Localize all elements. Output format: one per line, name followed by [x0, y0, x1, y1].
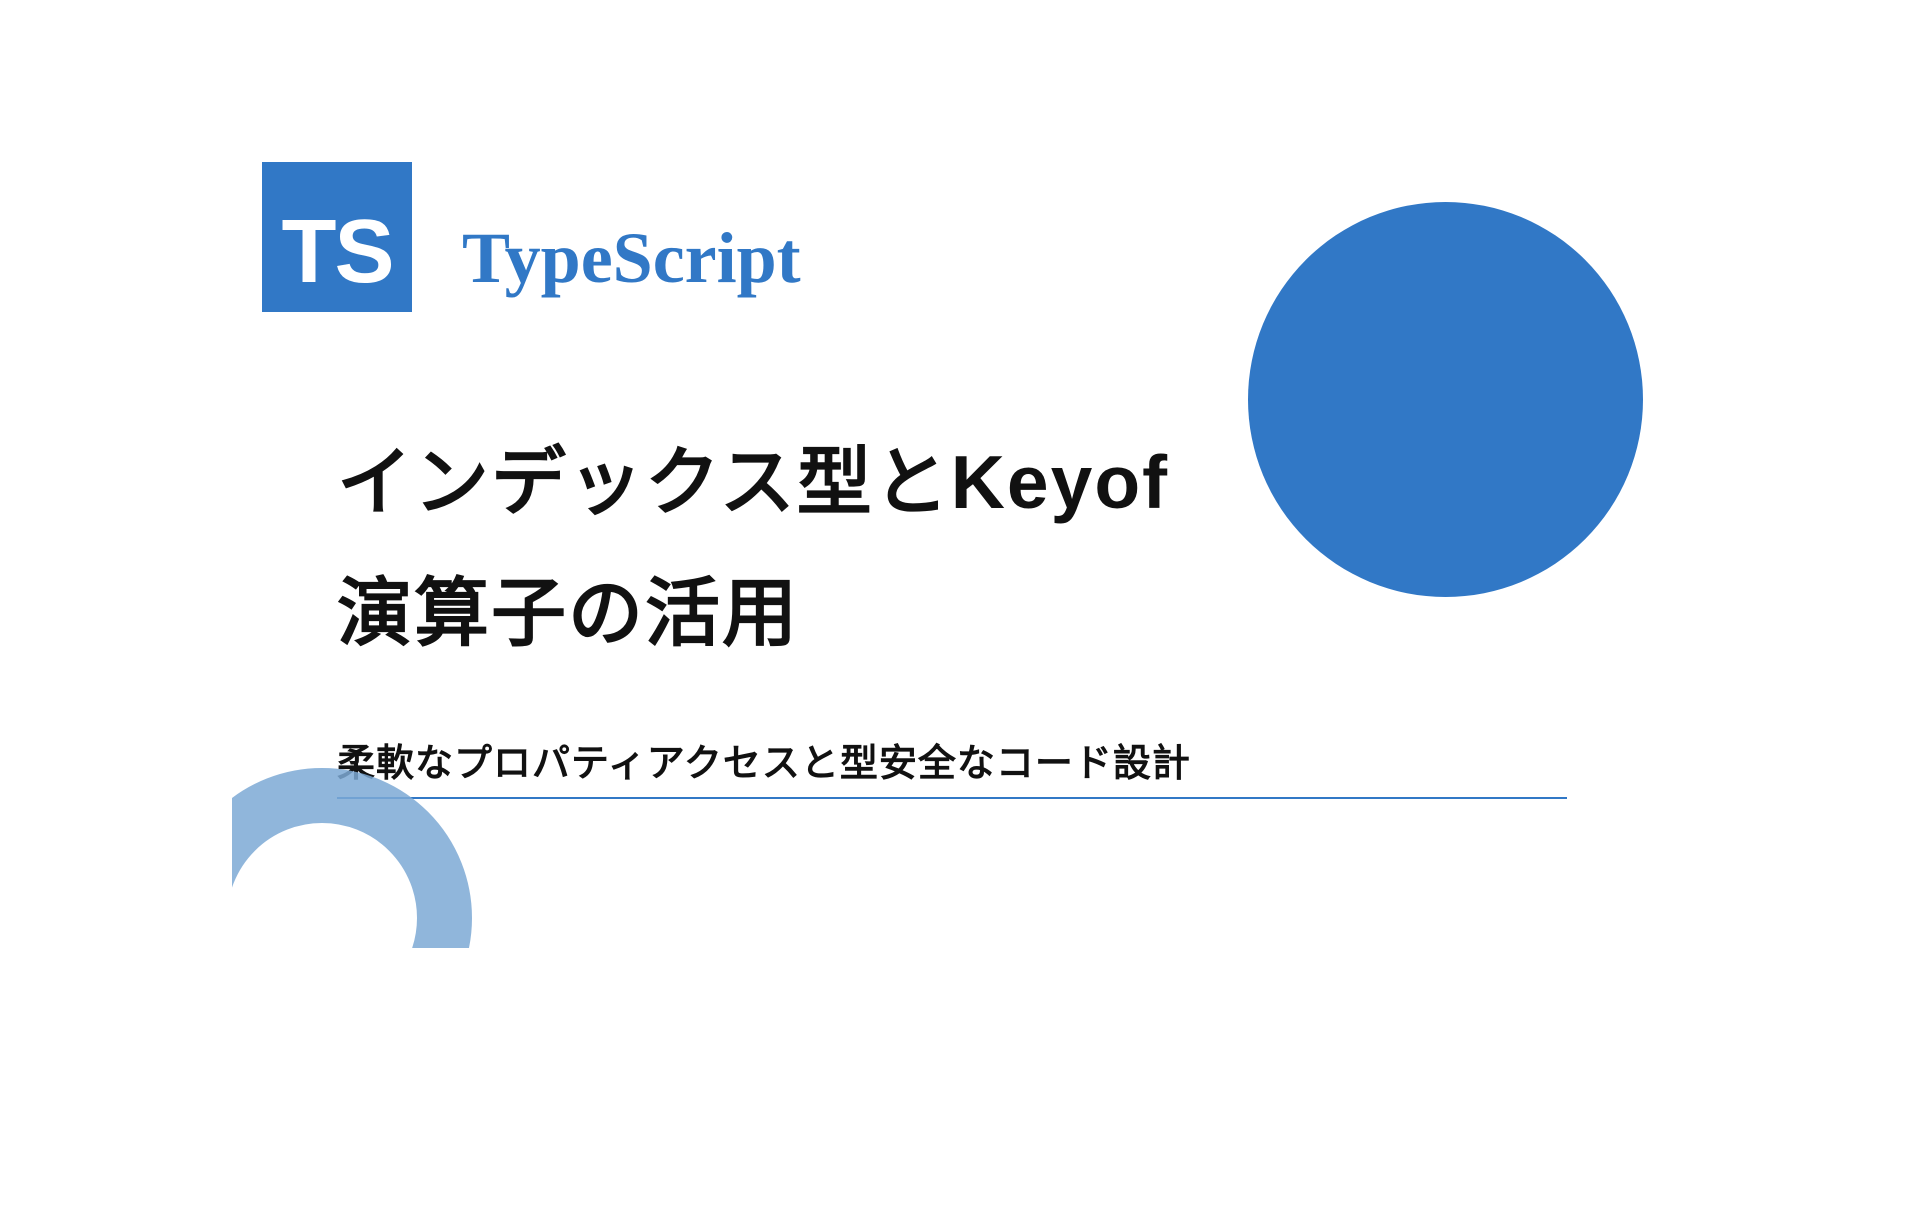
title-line-1: インデックス型とKeyof — [337, 417, 1169, 548]
typescript-logo-icon: TS — [262, 162, 412, 312]
decorative-ring-icon — [232, 768, 472, 948]
subtitle-underline — [337, 797, 1567, 799]
slide-title: インデックス型とKeyof 演算子の活用 — [337, 417, 1169, 680]
slide-container: TS TypeScript インデックス型とKeyof 演算子の活用 柔軟なプロ… — [232, 132, 1688, 948]
brand-label: TypeScript — [462, 217, 801, 300]
decorative-circle-icon — [1248, 202, 1643, 597]
logo-text: TS — [281, 201, 392, 304]
title-line-2: 演算子の活用 — [337, 548, 1169, 679]
slide-subtitle: 柔軟なプロパティアクセスと型安全なコード設計 — [337, 732, 1191, 787]
